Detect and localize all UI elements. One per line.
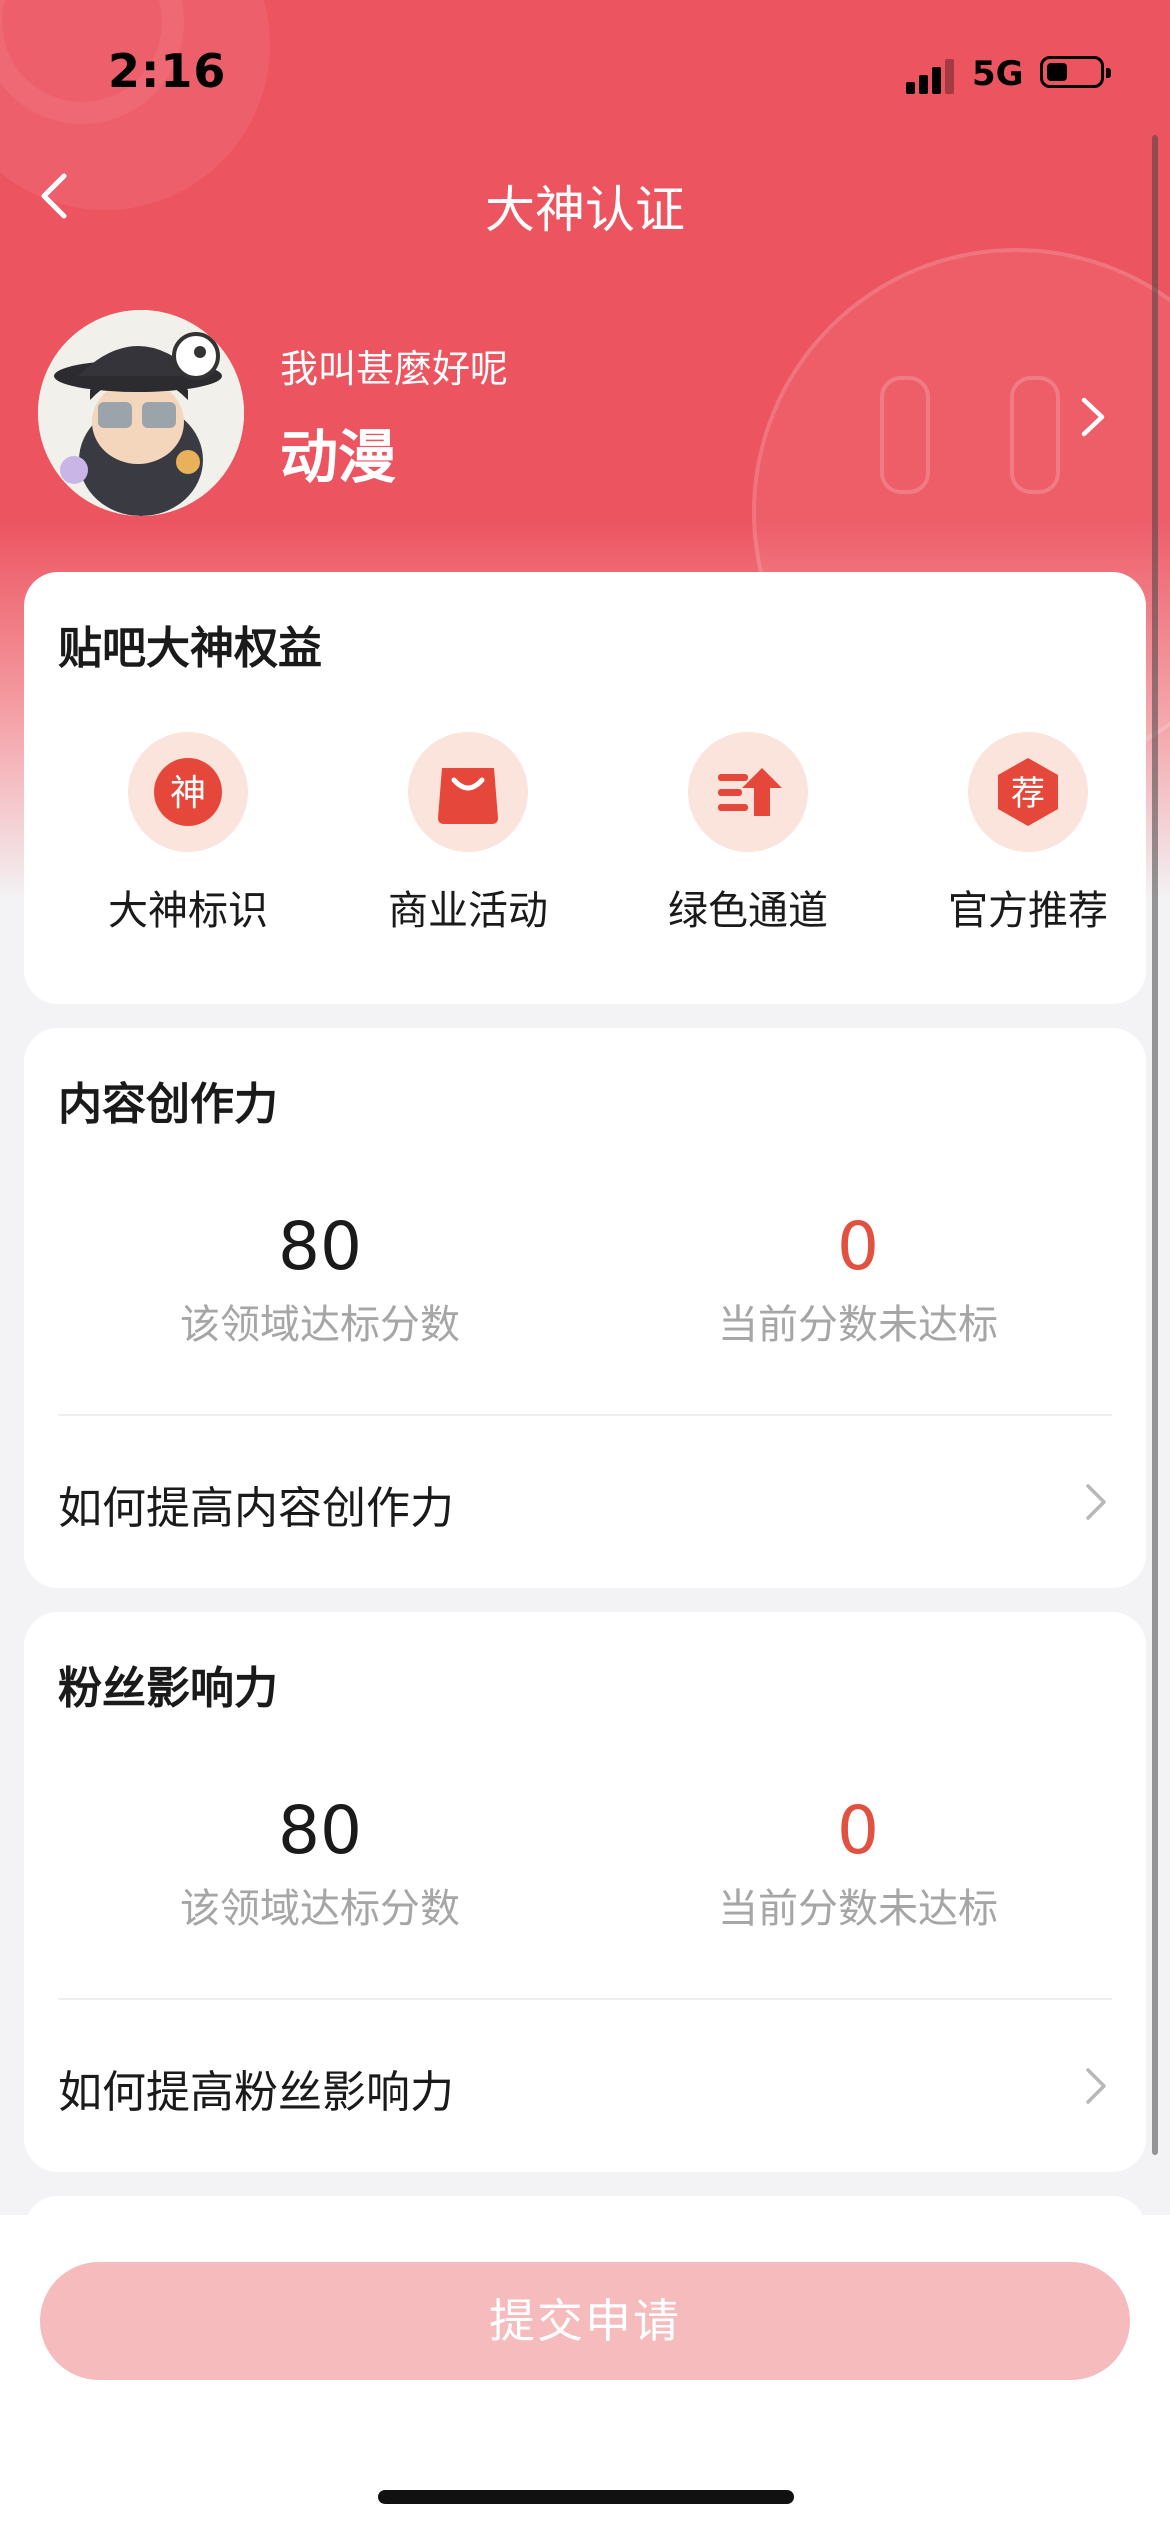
target-score-label: 该领域达标分数 bbox=[180, 1302, 460, 1348]
benefit-item-shen-badge[interactable]: 神 大神标识 bbox=[68, 732, 308, 936]
navigation-bar: 大神认证 bbox=[0, 150, 1170, 250]
target-score-block: 80 该领域达标分数 bbox=[110, 1208, 530, 1350]
benefit-item-business[interactable]: 商业活动 bbox=[348, 732, 588, 936]
network-type: 5G bbox=[972, 54, 1024, 94]
chevron-right-icon bbox=[1072, 392, 1112, 442]
content-creation-title: 内容创作力 bbox=[58, 1079, 278, 1130]
target-score: 80 bbox=[278, 1208, 362, 1285]
target-score-block: 80 该领域达标分数 bbox=[110, 1792, 530, 1934]
divider bbox=[58, 1414, 1112, 1416]
status-time: 2:16 bbox=[108, 44, 227, 98]
svg-text:荐: 荐 bbox=[1011, 774, 1045, 814]
benefit-label: 绿色通道 bbox=[668, 888, 828, 934]
shen-badge-icon: 神 bbox=[128, 732, 248, 852]
improve-fans-link[interactable]: 如何提高粉丝影响力 bbox=[24, 2024, 1146, 2144]
current-score-label: 当前分数未达标 bbox=[718, 1302, 998, 1348]
benefit-label: 官方推荐 bbox=[948, 888, 1108, 934]
current-score: 0 bbox=[837, 1208, 879, 1285]
battery-icon bbox=[1040, 56, 1111, 88]
chevron-right-icon bbox=[1080, 1480, 1110, 1524]
cellular-signal-icon bbox=[906, 58, 958, 94]
improve-content-link[interactable]: 如何提高内容创作力 bbox=[24, 1440, 1146, 1560]
page-title: 大神认证 bbox=[485, 181, 685, 239]
scrollbar[interactable] bbox=[1152, 135, 1158, 2155]
shopping-bag-icon bbox=[408, 732, 528, 852]
avatar bbox=[38, 310, 244, 516]
profile-row[interactable]: 我叫甚麼好呢 动漫 bbox=[0, 310, 1170, 520]
username: 我叫甚麼好呢 bbox=[280, 347, 509, 391]
benefits-title: 贴吧大神权益 bbox=[58, 623, 322, 674]
fan-influence-card: 粉丝影响力 80 该领域达标分数 0 当前分数未达标 如何提高粉丝影响力 bbox=[24, 1612, 1146, 2172]
fan-influence-title: 粉丝影响力 bbox=[58, 1663, 278, 1714]
current-score-label: 当前分数未达标 bbox=[718, 1886, 998, 1932]
divider bbox=[58, 1998, 1112, 2000]
benefit-label: 大神标识 bbox=[108, 888, 268, 934]
improve-content-text: 如何提高内容创作力 bbox=[58, 1483, 454, 1534]
home-indicator[interactable] bbox=[378, 2490, 794, 2504]
recommend-badge-icon: 荐 bbox=[968, 732, 1088, 852]
green-channel-arrow-icon bbox=[688, 732, 808, 852]
target-score-label: 该领域达标分数 bbox=[180, 1886, 460, 1932]
benefit-label: 商业活动 bbox=[388, 888, 548, 934]
chevron-right-icon bbox=[1080, 2064, 1110, 2108]
benefits-card: 贴吧大神权益 神 大神标识 商业活动 绿色通道 荐 官方推荐 bbox=[24, 572, 1146, 1004]
improve-fans-text: 如何提高粉丝影响力 bbox=[58, 2067, 454, 2118]
current-score-block: 0 当前分数未达标 bbox=[648, 1792, 1068, 1934]
svg-text:神: 神 bbox=[170, 773, 206, 814]
content-creation-card: 内容创作力 80 该领域达标分数 0 当前分数未达标 如何提高内容创作力 bbox=[24, 1028, 1146, 1588]
certification-field: 动漫 bbox=[280, 423, 397, 491]
status-bar: 2:16 5G bbox=[0, 0, 1170, 140]
current-score: 0 bbox=[837, 1792, 879, 1869]
current-score-block: 0 当前分数未达标 bbox=[648, 1208, 1068, 1350]
benefit-item-recommend[interactable]: 荐 官方推荐 bbox=[908, 732, 1148, 936]
benefit-item-green-channel[interactable]: 绿色通道 bbox=[628, 732, 868, 936]
target-score: 80 bbox=[278, 1792, 362, 1869]
submit-application-button[interactable]: 提交申请 bbox=[40, 2262, 1130, 2380]
